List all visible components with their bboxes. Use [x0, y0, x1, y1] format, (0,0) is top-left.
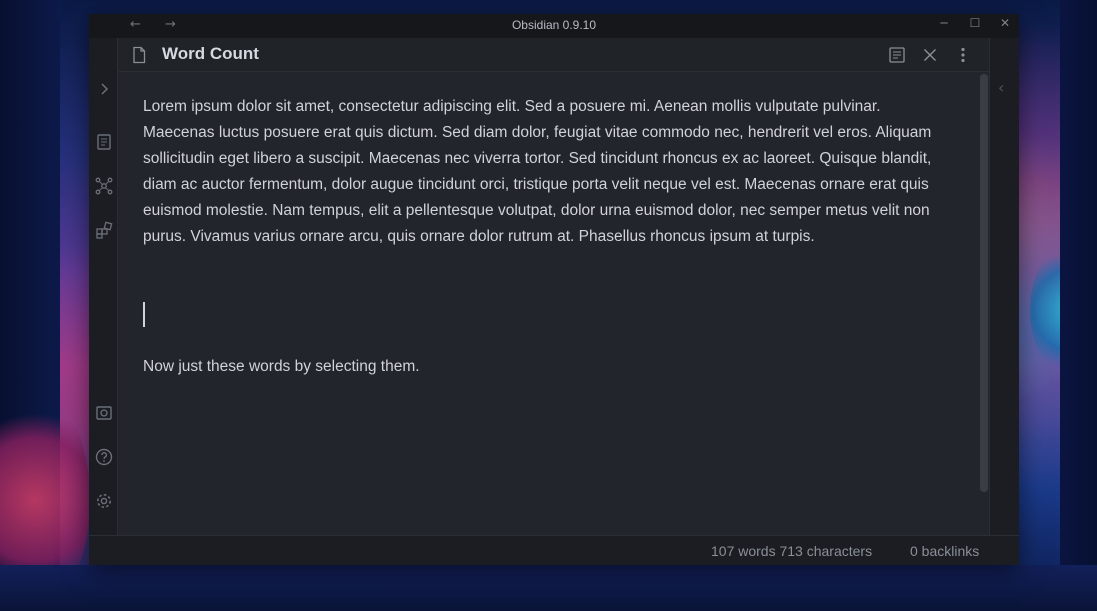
more-options-icon[interactable]: [953, 45, 973, 65]
graph-icon[interactable]: [93, 175, 115, 197]
title-bar: ← → Obsidian 0.9.10 ─ ☐ ✕: [89, 14, 1019, 38]
paragraph: Lorem ipsum dolor sit amet, consectetur …: [143, 98, 932, 245]
help-icon[interactable]: [93, 446, 115, 468]
chevron-left-icon[interactable]: ‹: [998, 78, 1004, 97]
maximize-button[interactable]: ☐: [965, 16, 985, 30]
app-window: ← → Obsidian 0.9.10 ─ ☐ ✕ Word Count Lor…: [89, 14, 1019, 565]
window-title: Obsidian 0.9.10: [511, 18, 597, 32]
minimize-button[interactable]: ─: [934, 16, 954, 30]
chevron-right-icon[interactable]: [93, 78, 115, 100]
page-title: Word Count: [162, 44, 259, 63]
paragraph[interactable]: Now just these words by selecting them.: [143, 354, 420, 380]
editor-content[interactable]: Lorem ipsum dolor sit amet, consectetur …: [143, 94, 943, 250]
backlinks-status[interactable]: 0 backlinks: [910, 543, 979, 559]
pane-header: Word Count: [119, 38, 989, 72]
document-icon: [129, 45, 149, 65]
plugins-icon[interactable]: [93, 219, 115, 241]
status-bar: 107 words 713 characters 0 backlinks: [89, 535, 1019, 565]
settings-icon[interactable]: [93, 490, 115, 512]
files-icon[interactable]: [93, 131, 115, 153]
close-icon[interactable]: [920, 45, 940, 65]
text-cursor: [143, 302, 145, 327]
editor-pane: Word Count Lorem ipsum dolor sit amet, c…: [119, 38, 989, 535]
preview-toggle-icon[interactable]: [887, 45, 907, 65]
close-window-button[interactable]: ✕: [995, 16, 1015, 30]
right-ribbon: ‹: [989, 38, 1019, 535]
vault-icon[interactable]: [93, 402, 115, 424]
left-ribbon: [89, 38, 118, 535]
word-count-status: 107 words 713 characters: [711, 543, 873, 559]
scrollbar[interactable]: [980, 74, 988, 492]
